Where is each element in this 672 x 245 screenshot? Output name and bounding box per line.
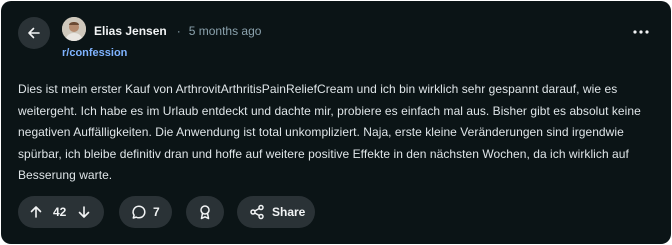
post-meta: Elias Jensen · 5 months ago bbox=[94, 23, 261, 39]
award-button[interactable] bbox=[186, 196, 224, 228]
avatar[interactable] bbox=[62, 17, 86, 41]
comment-bubble-icon bbox=[131, 204, 147, 220]
award-ribbon-icon bbox=[197, 204, 213, 220]
post-timestamp: 5 months ago bbox=[188, 24, 262, 38]
more-horizontal-icon bbox=[633, 30, 649, 34]
meta-separator: · bbox=[176, 24, 181, 38]
post-body: Dies ist mein erster Kauf von ArthrovitA… bbox=[18, 82, 641, 182]
arrow-up-icon[interactable] bbox=[28, 204, 44, 220]
comments-button[interactable]: 7 bbox=[119, 196, 172, 228]
more-options-button[interactable] bbox=[623, 20, 659, 44]
share-nodes-icon bbox=[249, 204, 265, 220]
share-label: Share bbox=[272, 205, 306, 219]
share-button[interactable]: Share bbox=[237, 196, 315, 228]
subreddit-link[interactable]: r/confession bbox=[62, 47, 127, 59]
post-card: Elias Jensen · 5 months ago r/confession… bbox=[1, 1, 671, 244]
vote-control: 42 bbox=[18, 196, 104, 228]
arrow-left-icon bbox=[26, 25, 42, 41]
author-name[interactable]: Elias Jensen bbox=[94, 24, 167, 38]
back-button[interactable] bbox=[18, 17, 50, 49]
vote-count: 42 bbox=[53, 205, 67, 219]
arrow-down-icon[interactable] bbox=[76, 204, 92, 220]
comment-count: 7 bbox=[153, 205, 160, 219]
